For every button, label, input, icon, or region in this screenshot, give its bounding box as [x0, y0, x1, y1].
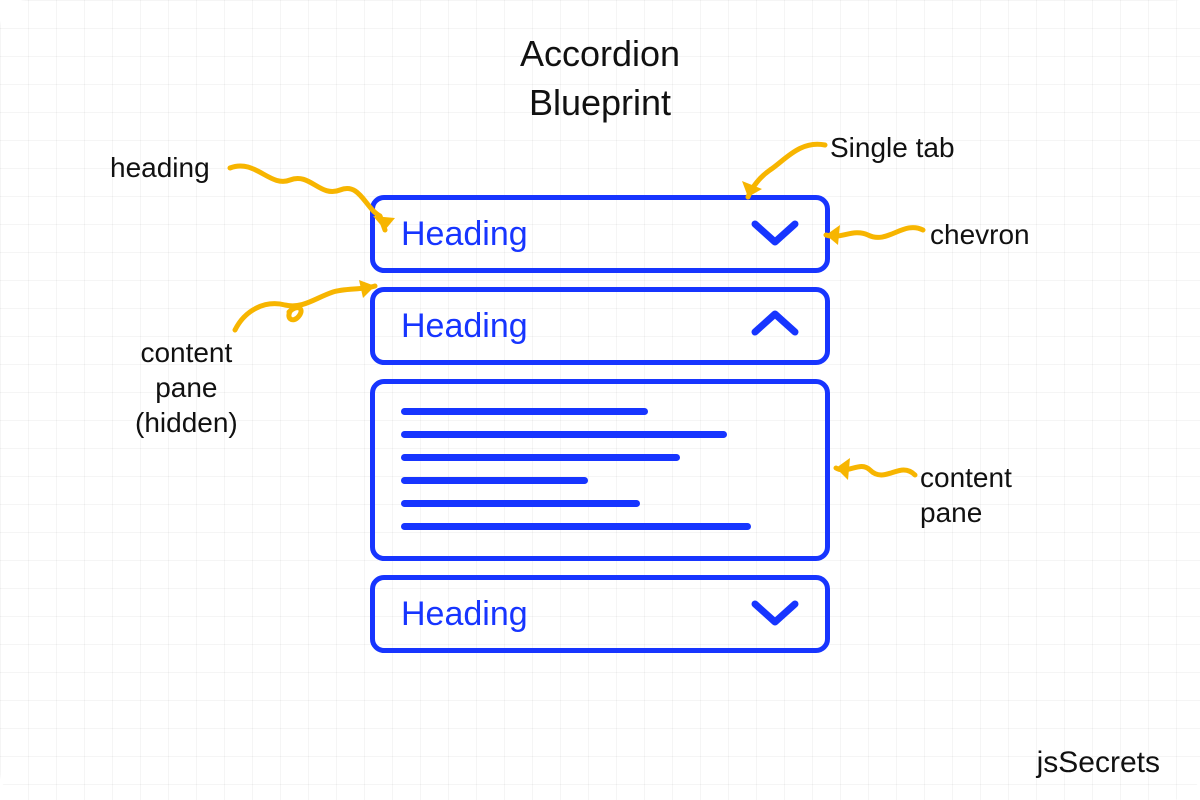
content-line	[401, 523, 751, 530]
content-line	[401, 454, 680, 461]
arrow-icon	[818, 215, 938, 265]
annotation-chevron: chevron	[930, 217, 1030, 252]
chevron-down-icon	[751, 216, 799, 253]
accordion-heading-label: Heading	[401, 595, 528, 634]
arrow-icon	[225, 158, 405, 248]
accordion-blueprint: Heading Heading Heading	[370, 195, 830, 653]
attribution: jsSecrets	[1037, 746, 1160, 780]
annotation-content-pane-hidden: content pane (hidden)	[135, 335, 238, 440]
arrow-icon	[740, 135, 850, 215]
accordion-tab[interactable]: Heading	[370, 287, 830, 365]
content-line	[401, 477, 588, 484]
arrow-icon	[225, 280, 385, 350]
accordion-heading-label: Heading	[401, 307, 528, 346]
content-line	[401, 500, 640, 507]
content-line	[401, 431, 727, 438]
chevron-down-icon	[751, 596, 799, 633]
accordion-heading-label: Heading	[401, 215, 528, 254]
chevron-up-icon	[751, 308, 799, 345]
accordion-content-pane	[370, 379, 830, 561]
diagram-title: Accordion Blueprint	[0, 30, 1200, 127]
arrow-icon	[830, 450, 940, 510]
content-line	[401, 408, 648, 415]
accordion-tab[interactable]: Heading	[370, 575, 830, 653]
annotation-heading: heading	[110, 150, 210, 185]
